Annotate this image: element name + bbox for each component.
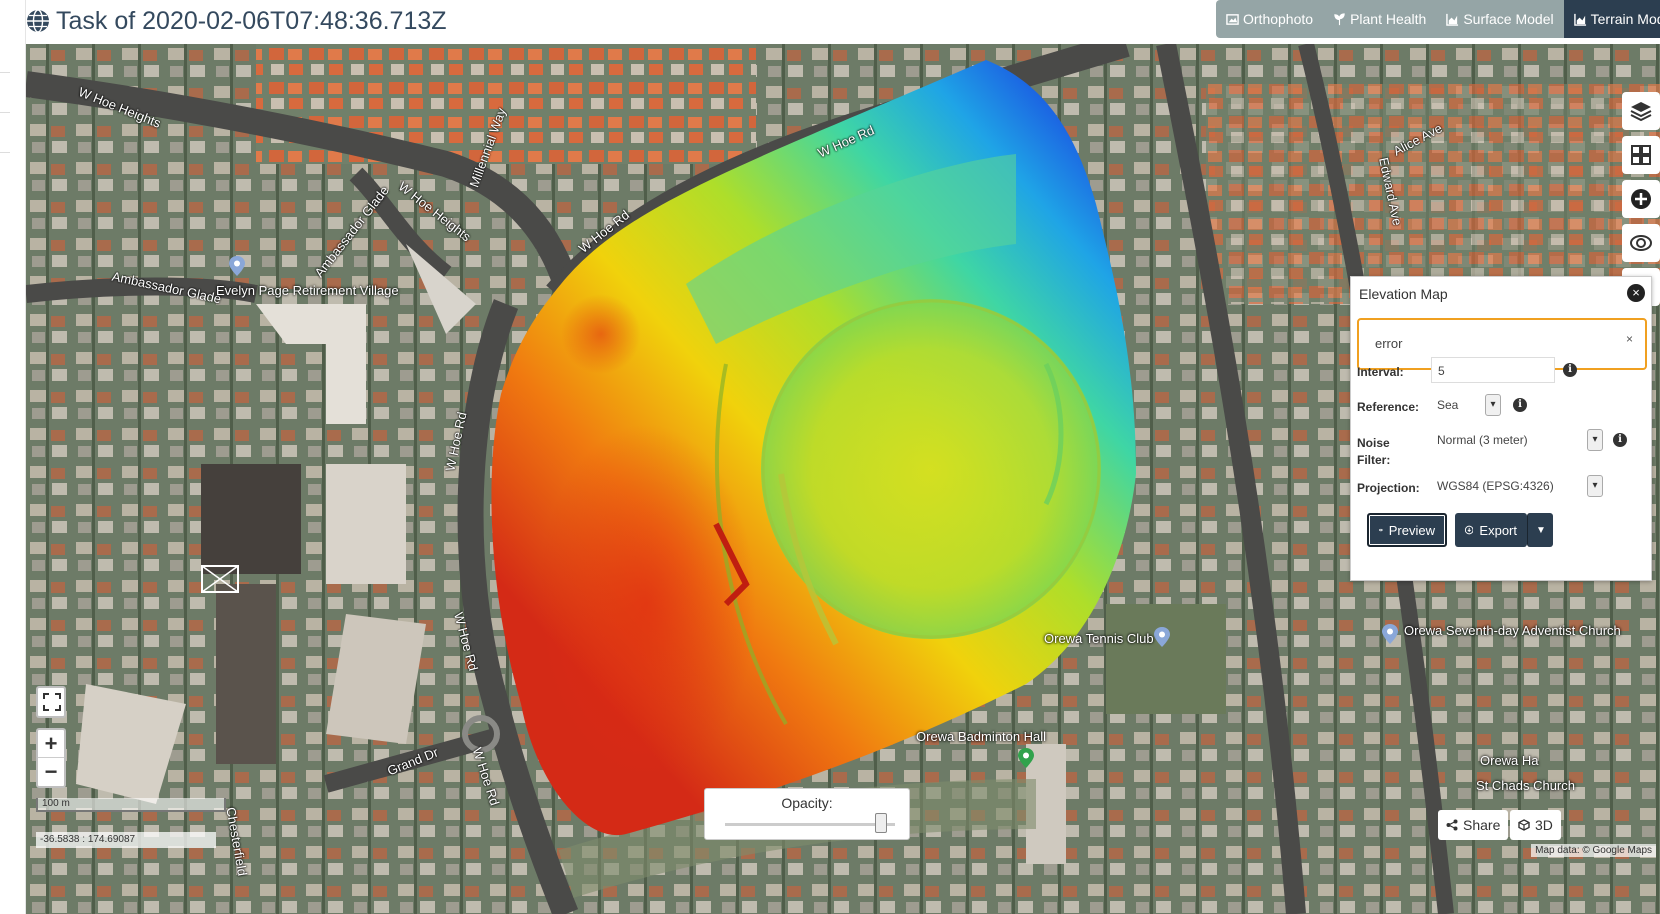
visibility-button[interactable] <box>1622 224 1660 262</box>
tab-surface-model[interactable]: Surface Model <box>1436 0 1563 38</box>
close-icon[interactable]: × <box>1627 284 1645 302</box>
scale-bar: 100 m <box>36 798 226 812</box>
share-button[interactable]: Share <box>1438 810 1509 840</box>
tab-plant-health[interactable]: Plant Health <box>1323 0 1436 38</box>
add-button[interactable] <box>1622 180 1660 218</box>
elevation-map-panel: Elevation Map × error × Interval: 5 i Re… <box>1350 276 1652 581</box>
caret-down-icon: ▼ <box>1536 524 1546 536</box>
cube-icon <box>1518 819 1530 831</box>
map-attribution: Map data: © Google Maps <box>1531 844 1656 857</box>
panel-title: Elevation Map <box>1359 286 1448 302</box>
zoom-out-button[interactable]: − <box>38 758 64 786</box>
share-label: Share <box>1463 817 1501 833</box>
chevron-down-icon[interactable]: ▾ <box>1485 394 1501 416</box>
interval-input[interactable]: 5 <box>1431 357 1555 383</box>
opacity-slider-handle[interactable] <box>875 813 888 833</box>
export-dropdown-button[interactable]: ▼ <box>1527 513 1553 547</box>
chevron-down-icon[interactable]: ▾ <box>1587 475 1603 497</box>
tab-label: Orthophoto <box>1243 11 1314 27</box>
zoom-in-button[interactable]: + <box>38 730 64 758</box>
left-gutter <box>0 0 26 914</box>
zoom-control: + − <box>36 728 66 788</box>
share-icon <box>1446 819 1458 831</box>
download-circle-icon <box>1465 525 1474 535</box>
map-pin-icon[interactable] <box>229 256 245 276</box>
map-pin-icon[interactable] <box>1018 748 1034 768</box>
3d-label: 3D <box>1535 817 1553 833</box>
opacity-slider-track[interactable] <box>725 823 895 826</box>
poi-label-retirement-village: Evelyn Page Retirement Village <box>216 283 399 298</box>
preview-button[interactable]: Preview <box>1367 513 1447 547</box>
dismiss-error-button[interactable]: × <box>1626 332 1633 346</box>
panel-header: Elevation Map × <box>1351 277 1651 309</box>
interval-label: Interval: <box>1357 365 1404 379</box>
grid-button[interactable] <box>1622 136 1660 174</box>
noise-filter-select[interactable]: Normal (3 meter) <box>1431 427 1605 453</box>
view-tabs: Orthophoto Plant Health Surface Model Te… <box>1216 0 1660 38</box>
map-pin-icon[interactable] <box>1382 624 1398 644</box>
opacity-label: Opacity: <box>781 795 833 811</box>
tab-label: Surface Model <box>1463 11 1554 27</box>
page-title: Task of 2020-02-06T07:48:36.713Z <box>56 6 447 35</box>
image-icon <box>1226 13 1239 25</box>
plant-icon <box>1334 12 1345 25</box>
projection-label: Projection: <box>1357 481 1420 495</box>
poi-label-tennis-club: Orewa Tennis Club <box>1044 631 1154 646</box>
chart-area-icon <box>1573 13 1586 26</box>
page-header: Task of 2020-02-06T07:48:36.713Z <box>26 0 447 42</box>
chart-area-icon <box>1446 13 1459 26</box>
globe-icon <box>27 9 49 33</box>
export-button[interactable]: Export <box>1455 513 1527 547</box>
layers-button[interactable] <box>1622 92 1660 130</box>
fullscreen-button[interactable] <box>36 686 66 718</box>
info-icon[interactable]: i <box>1513 398 1527 412</box>
poi-label-adventist-church: Orewa Seventh-day Adventist Church <box>1404 623 1621 638</box>
poi-label-orewa: Orewa Ha <box>1480 753 1539 768</box>
tab-orthophoto[interactable]: Orthophoto <box>1216 0 1323 38</box>
error-text: error <box>1375 336 1403 351</box>
3d-button[interactable]: 3D <box>1510 810 1561 840</box>
reference-label: Reference: <box>1357 400 1420 414</box>
tab-terrain-model[interactable]: Terrain Model <box>1563 0 1660 38</box>
poi-label-badminton-hall: Orewa Badminton Hall <box>916 729 1047 744</box>
info-icon[interactable]: i <box>1613 433 1627 447</box>
export-label: Export <box>1479 522 1517 538</box>
noise-filter-label: Noise Filter: <box>1357 436 1391 467</box>
plus-circle-icon <box>1631 189 1651 209</box>
poi-label-st-chads: St Chads Church <box>1476 778 1575 793</box>
tab-label: Plant Health <box>1350 11 1427 27</box>
fullscreen-icon <box>43 693 61 711</box>
projection-select[interactable]: WGS84 (EPSG:4326) <box>1431 473 1605 499</box>
opacity-control: Opacity: <box>704 788 910 840</box>
map-pin-icon[interactable] <box>1154 627 1170 647</box>
grid-icon <box>1631 145 1651 165</box>
info-icon[interactable]: i <box>1563 363 1577 377</box>
reference-select[interactable]: Sea <box>1431 392 1491 418</box>
layers-icon <box>1630 102 1652 122</box>
coordinates-readout: -36.5838 : 174.69087 <box>36 832 216 848</box>
chevron-down-icon[interactable]: ▾ <box>1587 429 1603 451</box>
preview-label: Preview <box>1388 522 1435 538</box>
eye-icon <box>1630 235 1652 251</box>
tab-label: Terrain Model <box>1590 11 1660 27</box>
eye-icon <box>1379 528 1383 532</box>
